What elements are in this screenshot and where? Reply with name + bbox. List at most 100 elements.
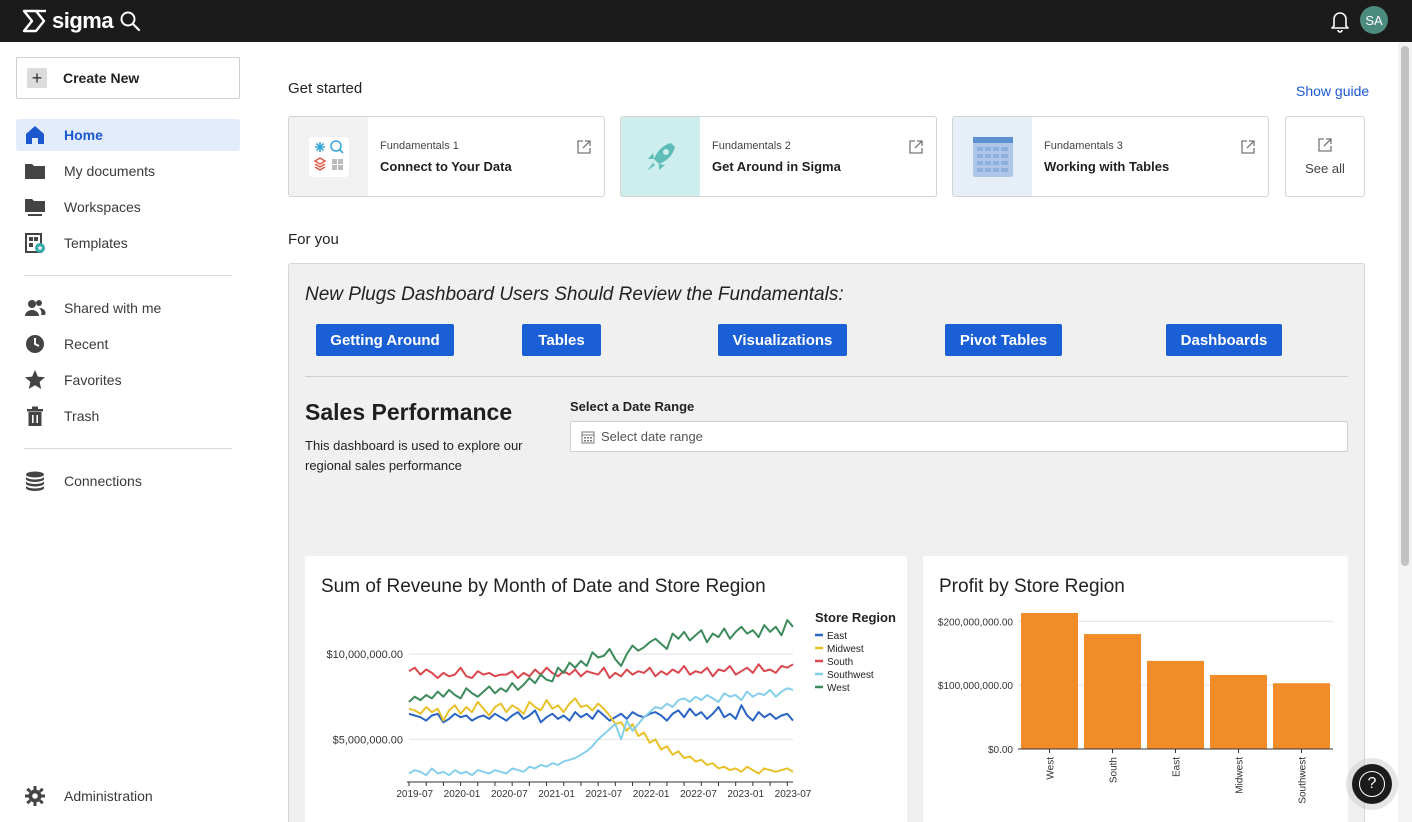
folder-icon <box>25 164 45 179</box>
for-you-heading: For you <box>288 231 339 248</box>
main-scrollbar[interactable] <box>1398 42 1412 822</box>
fundamentals-card-3[interactable]: Fundamentals 3 Working with Tables <box>952 116 1269 197</box>
tables-button[interactable]: Tables <box>522 324 601 356</box>
legend-title: Store Region <box>815 610 896 625</box>
legend-entry: Southwest <box>827 670 874 681</box>
x-tick-label: Southwest <box>1298 757 1309 804</box>
create-new-button[interactable]: + Create New <box>16 57 240 99</box>
getting-around-button[interactable]: Getting Around <box>316 324 454 356</box>
legend-entry: West <box>827 683 850 694</box>
sigma-logo[interactable]: sigma <box>22 8 114 34</box>
bar-west <box>1021 613 1078 749</box>
date-range-label: Select a Date Range <box>570 399 695 414</box>
sigma-logo-icon <box>22 9 46 33</box>
x-tick-label: 2021-01 <box>538 789 575 800</box>
question-icon: ? <box>1359 771 1385 797</box>
sidebar: + Create New Home My documents Workspace… <box>0 42 256 822</box>
bar-east <box>1147 660 1204 749</box>
legend-entry: East <box>827 631 847 642</box>
card-title: Working with Tables <box>1044 159 1170 174</box>
external-link-icon <box>1241 140 1255 154</box>
people-icon <box>25 300 46 316</box>
tables-thumbnail <box>953 117 1032 196</box>
profit-bar-chart-card: Profit by Store Region $200,000,000.00 $1… <box>923 556 1348 822</box>
connect-data-thumbnail <box>289 117 368 196</box>
scrollbar-thumb[interactable] <box>1401 46 1409 566</box>
sidebar-item-administration[interactable]: Administration <box>16 780 240 812</box>
workspaces-icon <box>25 199 45 216</box>
user-avatar[interactable]: SA <box>1360 6 1388 34</box>
x-tick-label: 2020-01 <box>444 789 481 800</box>
bell-icon[interactable] <box>1328 8 1352 34</box>
sidebar-item-label: Shared with me <box>64 300 162 316</box>
y-tick-label: $10,000,000.00 <box>327 649 403 661</box>
sidebar-item-shared-with-me[interactable]: Shared with me <box>16 292 240 324</box>
date-range-input[interactable]: Select date range <box>570 421 1348 452</box>
fundamentals-card-2[interactable]: Fundamentals 2 Get Around in Sigma <box>620 116 937 197</box>
clock-icon <box>26 335 44 353</box>
plus-icon: + <box>27 68 47 88</box>
sidebar-divider <box>24 448 232 449</box>
dashboard-panel: New Plugs Dashboard Users Should Review … <box>288 263 1365 822</box>
sidebar-divider <box>24 275 232 276</box>
table-icon <box>972 136 1013 177</box>
dashboards-button[interactable]: Dashboards <box>1166 324 1282 356</box>
external-link-icon <box>577 140 591 154</box>
x-tick-label: 2021-07 <box>586 789 623 800</box>
legend-entry: South <box>827 657 853 668</box>
see-all-label: See all <box>1305 161 1345 176</box>
profit-bar-chart[interactable]: $200,000,000.00 $100,000,000.00 $0.00 West S… <box>923 556 1348 822</box>
sidebar-item-label: My documents <box>64 163 156 179</box>
external-link-icon <box>1318 138 1332 152</box>
x-tick-label: 2023-01 <box>727 789 764 800</box>
x-tick-label: South <box>1109 757 1120 783</box>
pivot-tables-button[interactable]: Pivot Tables <box>945 324 1062 356</box>
external-link-icon <box>909 140 923 154</box>
dashboard-title: Sales Performance <box>305 399 513 425</box>
fundamentals-card-1[interactable]: Fundamentals 1 Connect to Your Data <box>288 116 605 197</box>
app-name: sigma <box>52 8 114 33</box>
bar-south <box>1084 634 1141 749</box>
sidebar-item-connections[interactable]: Connections <box>16 465 240 497</box>
create-new-label: Create New <box>63 70 140 86</box>
database-icon <box>26 471 44 491</box>
sidebar-item-home[interactable]: Home <box>16 119 240 151</box>
sidebar-item-templates[interactable]: Templates <box>16 227 240 259</box>
sidebar-item-label: Workspaces <box>64 199 141 215</box>
y-tick-label: $100,000,000.00 <box>938 681 1014 692</box>
sidebar-item-favorites[interactable]: Favorites <box>16 364 240 396</box>
card-subtitle: Fundamentals 1 <box>380 140 459 152</box>
help-button[interactable]: ? <box>1352 764 1392 804</box>
top-bar: sigma SA <box>0 0 1412 42</box>
revenue-line-chart[interactable]: $10,000,000.00 $5,000,000.00 2019-07 2020-0… <box>305 556 907 822</box>
sidebar-item-label: Connections <box>64 473 142 489</box>
sidebar-item-trash[interactable]: Trash <box>16 400 240 432</box>
bar-midwest <box>1210 674 1267 749</box>
y-tick-label: $200,000,000.00 <box>938 617 1014 628</box>
sidebar-item-workspaces[interactable]: Workspaces <box>16 191 240 223</box>
dashboard-heading: New Plugs Dashboard Users Should Review … <box>305 284 844 305</box>
card-subtitle: Fundamentals 3 <box>1044 140 1123 152</box>
x-tick-label: 2023-07 <box>775 789 812 800</box>
card-title: Connect to Your Data <box>380 159 512 174</box>
trash-icon <box>27 406 43 426</box>
dashboard-divider <box>305 376 1348 377</box>
templates-icon <box>25 233 45 253</box>
search-icon[interactable] <box>118 9 142 33</box>
calendar-icon <box>581 431 595 443</box>
show-guide-link[interactable]: Show guide <box>1296 83 1369 99</box>
bar-southwest <box>1273 683 1330 749</box>
sidebar-item-label: Templates <box>64 235 128 251</box>
x-tick-label: 2019-07 <box>396 789 433 800</box>
see-all-button[interactable]: See all <box>1285 116 1365 197</box>
series-line-south <box>408 663 794 679</box>
x-tick-label: East <box>1172 757 1183 777</box>
dashboard-description: This dashboard is used to explore our re… <box>305 438 523 473</box>
visualizations-button[interactable]: Visualizations <box>718 324 847 356</box>
sidebar-item-my-documents[interactable]: My documents <box>16 155 240 187</box>
get-around-thumbnail <box>621 117 700 196</box>
sidebar-item-label: Trash <box>64 408 100 424</box>
rocket-icon <box>646 142 675 171</box>
sidebar-item-recent[interactable]: Recent <box>16 328 240 360</box>
sidebar-item-label: Home <box>64 127 103 143</box>
